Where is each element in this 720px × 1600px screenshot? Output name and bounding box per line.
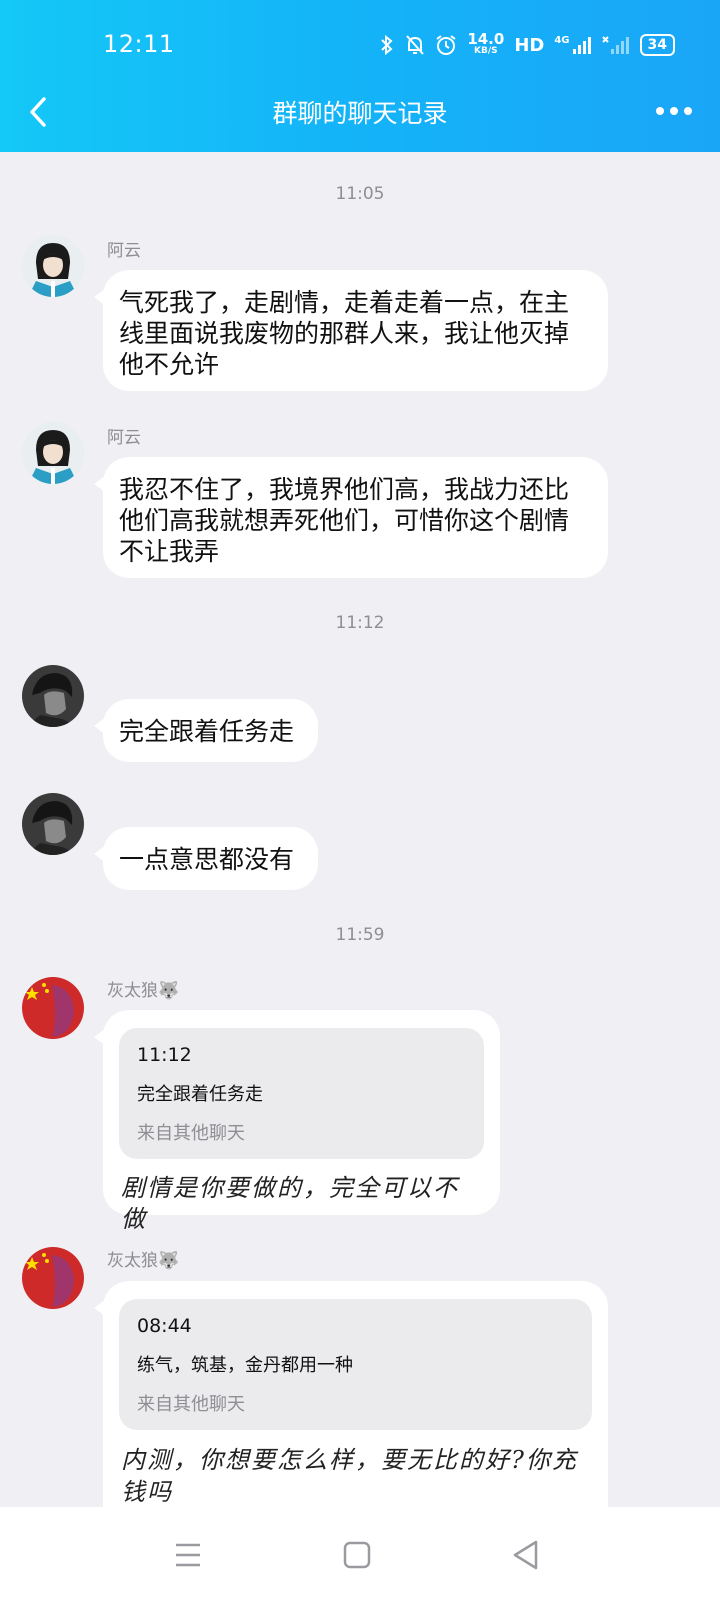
avatar[interactable] [22,793,84,855]
quoted-text: 完全跟着任务走 [137,1084,263,1105]
status-icons: 14.0 KB/S HD 4G 34 [379,30,675,60]
sender-name: 灰太狼🐺 [107,981,180,1001]
quoted-time: 11:12 [137,1044,192,1066]
net-speed-value: 14.0 [467,30,505,48]
message-text: 内测，你想要怎么样，要无比的好?你充钱吗 [121,1446,578,1506]
sender-name: 阿云 [107,428,141,448]
header-bar: 12:11 14.0 KB/S HD 4G 34 群聊的聊天记录 [0,0,720,152]
net-speed-unit: KB/S [474,46,498,56]
quoted-source: 来自其他聊天 [137,1123,245,1144]
quoted-message[interactable]: 11:12 完全跟着任务走 来自其他聊天 [119,1028,484,1159]
signal-icon [572,37,591,54]
hd-indicator: HD [514,34,545,56]
battery-icon: 34 [639,34,675,56]
page-title: 群聊的聊天记录 [272,99,448,128]
message-bubble[interactable]: 气死我了，走剧情，走着走着一点，在主线里面说我废物的那群人来，我让他灭掉他不允许 [94,270,608,391]
net-speed: 14.0 KB/S [467,30,505,57]
message-timestamp: 11:12 [335,613,385,633]
quoted-time: 08:44 [137,1315,192,1337]
dot-icon [670,107,678,115]
message-text: 一点意思都没有 [119,845,295,874]
home-icon[interactable] [337,1535,377,1575]
quote-message-bubble[interactable]: 08:44 练气，筑基，金丹都用一种 来自其他聊天 内测，你想要怎么样，要无比的… [94,1281,608,1541]
quoted-message[interactable]: 08:44 练气，筑基，金丹都用一种 来自其他聊天 [119,1299,592,1430]
message-timestamp: 11:05 [335,184,385,204]
signal-4g: 4G [554,35,591,55]
quote-message-bubble[interactable]: 11:12 完全跟着任务走 来自其他聊天 剧情是你要做的，完全可以不做 [94,1010,500,1233]
message-text: 气死我了，走剧情，走着走着一点，在主线里面说我废物的那群人来，我让他灭掉他不允许 [119,288,570,379]
signal-tag: 4G [554,35,570,46]
message-text: 我忍不住了，我境界他们高，我战力还比他们高我就想弄死他们，可惜你这个剧情不让我弄 [119,475,570,566]
signal-icon-sim2 [601,36,629,54]
more-options-button[interactable] [656,103,692,119]
menu-icon[interactable] [168,1535,208,1575]
system-nav-bar [0,1507,720,1600]
alarm-icon [436,35,456,55]
back-triangle-icon[interactable] [506,1535,546,1575]
message-text: 完全跟着任务走 [119,717,295,746]
avatar[interactable] [22,422,84,484]
message-bubble[interactable]: 完全跟着任务走 [94,699,318,762]
message-text: 剧情是你要做的，完全可以不做 [121,1174,459,1233]
status-time: 12:11 [103,30,175,58]
sender-name: 阿云 [107,241,141,261]
message-timestamp: 11:59 [335,925,385,945]
quoted-text: 练气，筑基，金丹都用一种 [137,1355,353,1376]
avatar[interactable] [22,1247,84,1309]
message-bubble[interactable]: 一点意思都没有 [94,827,318,890]
mute-bell-icon [406,35,425,55]
dot-icon [684,107,692,115]
dot-icon [656,107,664,115]
avatar[interactable] [22,977,84,1039]
sender-name: 灰太狼🐺 [107,1251,180,1271]
avatar[interactable] [22,235,84,297]
bluetooth-icon [381,34,393,56]
avatar[interactable] [22,665,84,727]
quoted-source: 来自其他聊天 [137,1394,245,1415]
message-bubble[interactable]: 我忍不住了，我境界他们高，我战力还比他们高我就想弄死他们，可惜你这个剧情不让我弄 [94,457,608,578]
